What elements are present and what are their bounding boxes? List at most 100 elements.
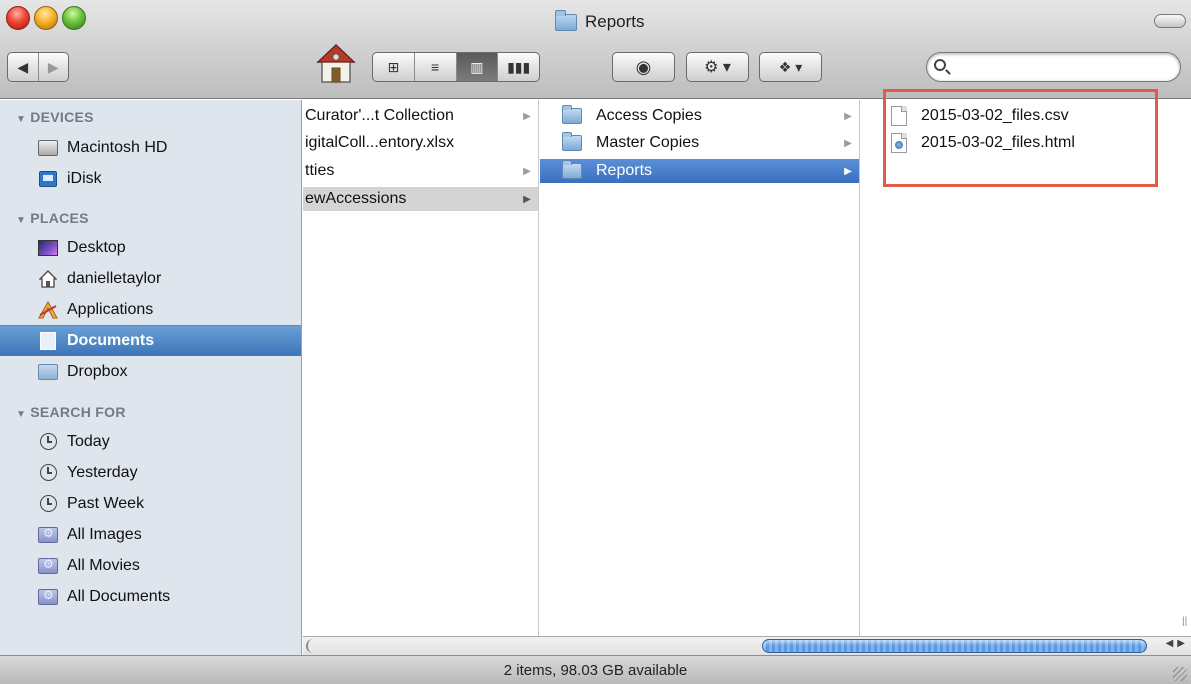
status-text: 2 items, 98.03 GB available: [503, 661, 688, 679]
sidebar-item-idisk[interactable]: iDisk: [0, 163, 301, 194]
scroll-track-cap: [306, 639, 318, 653]
search-icon: [934, 59, 946, 71]
dropbox-folder-icon: [38, 363, 58, 381]
sidebar-item-label: Yesterday: [67, 463, 138, 481]
sidebar-item-label: Dropbox: [67, 362, 128, 380]
sidebar-item-label: All Documents: [67, 587, 171, 605]
browser-column-1: Curator'...t Collection ▶ igitalColl...en…: [303, 100, 539, 636]
toolbar-toggle-button[interactable]: [1154, 14, 1186, 28]
disclosure-arrow-icon: ▶: [523, 110, 531, 122]
sidebar-item-today[interactable]: Today: [0, 426, 301, 457]
resize-grip-icon[interactable]: [1173, 667, 1187, 681]
home-icon[interactable]: [316, 42, 356, 84]
disclosure-triangle-icon: ▼: [16, 409, 27, 420]
list-item[interactable]: 2015-03-02_files.html: [861, 131, 1191, 155]
sidebar-item-label: All Images: [67, 525, 142, 543]
sidebar-item-past-week[interactable]: Past Week: [0, 488, 301, 519]
desktop-icon: [38, 239, 58, 257]
sidebar-header-devices[interactable]: ▼ DEVICES: [16, 109, 94, 125]
list-view-button[interactable]: ≡: [415, 53, 457, 81]
sidebar-item-dropbox[interactable]: Dropbox: [0, 356, 301, 387]
back-arrow-icon: ◀: [17, 58, 29, 75]
sidebar-item-label: Past Week: [67, 494, 145, 512]
action-menu-button[interactable]: ⚙ ▾: [686, 52, 749, 82]
sidebar-item-label: Today: [67, 432, 110, 450]
browser-column-3: 2015-03-02_files.csv 2015-03-02_files.ht…: [861, 100, 1191, 636]
sidebar-header-search-for[interactable]: ▼ SEARCH FOR: [16, 404, 126, 420]
sidebar-item-all-documents[interactable]: All Documents: [0, 581, 301, 612]
list-item[interactable]: Access Copies ▶: [540, 104, 859, 128]
sidebar-item-danielletaylor[interactable]: danielletaylor: [0, 263, 301, 294]
smart-folder-icon: [38, 526, 58, 544]
scrollbar-thumb[interactable]: [762, 639, 1147, 653]
dropbox-menu-button[interactable]: ❖ ▾: [759, 52, 822, 82]
disclosure-triangle-icon: ▼: [16, 215, 27, 226]
sidebar-item-applications[interactable]: Applications: [0, 294, 301, 325]
list-item-selected[interactable]: Reports ▶: [540, 159, 859, 183]
idisk-icon: [38, 170, 58, 188]
column-view-button[interactable]: ▥: [456, 53, 499, 81]
search-field[interactable]: [926, 52, 1181, 82]
applications-icon: [38, 300, 58, 319]
sidebar-item-label: Applications: [67, 300, 154, 318]
clock-icon: [38, 495, 58, 513]
window-title-text: Reports: [585, 12, 645, 31]
sidebar-header-places[interactable]: ▼ PLACES: [16, 210, 89, 226]
cover-flow-button[interactable]: ▮▮▮: [498, 53, 539, 81]
sidebar-item-label: All Movies: [67, 556, 140, 574]
forward-arrow-icon: ▶: [47, 58, 59, 75]
cover-flow-icon: ▮▮▮: [507, 58, 531, 75]
sidebar-item-all-movies[interactable]: All Movies: [0, 550, 301, 581]
quick-look-button[interactable]: ◉: [612, 52, 675, 82]
folder-icon: [555, 9, 577, 31]
gear-icon: ⚙ ▾: [704, 59, 731, 76]
sidebar-item-yesterday[interactable]: Yesterday: [0, 457, 301, 488]
disclosure-arrow-icon: ▶: [523, 165, 531, 177]
list-item[interactable]: tties ▶: [303, 159, 538, 183]
sidebar-item-macintosh-hd[interactable]: Macintosh HD: [0, 132, 301, 163]
html-file-icon: [891, 133, 907, 153]
back-forward-control: ◀ ▶: [7, 52, 69, 82]
smart-folder-icon: [38, 557, 58, 575]
dropbox-icon: ❖ ▾: [778, 58, 803, 75]
folder-icon: [562, 132, 582, 151]
sidebar-item-label: danielletaylor: [67, 269, 162, 287]
sidebar-item-label: Macintosh HD: [67, 138, 168, 156]
smart-folder-icon: [38, 588, 58, 606]
view-mode-control: ⊞ ≡ ▥ ▮▮▮: [372, 52, 540, 82]
status-bar: 2 items, 98.03 GB available: [0, 655, 1191, 684]
documents-icon: [38, 332, 58, 350]
forward-button[interactable]: ▶: [39, 53, 69, 81]
sidebar-item-all-images[interactable]: All Images: [0, 519, 301, 550]
column-resize-handle[interactable]: ||: [1182, 615, 1190, 629]
disclosure-arrow-icon: ▶: [523, 193, 531, 205]
back-button[interactable]: ◀: [8, 53, 39, 81]
clock-icon: [38, 433, 58, 451]
column-view-icon: ▥: [470, 58, 484, 75]
list-item[interactable]: Master Copies ▶: [540, 131, 859, 155]
eye-icon: ◉: [635, 56, 652, 77]
sidebar-item-label: Documents: [67, 332, 155, 349]
window-title: Reports: [555, 9, 645, 34]
icon-view-button[interactable]: ⊞: [373, 53, 415, 81]
list-item[interactable]: 2015-03-02_files.csv: [861, 104, 1191, 128]
csv-file-icon: [891, 106, 907, 126]
list-item[interactable]: igitalColl...entory.xlsx: [303, 131, 538, 155]
browser-column-2: Access Copies ▶ Master Copies ▶ Reports ▶: [540, 100, 860, 636]
close-button[interactable]: [6, 6, 30, 30]
disclosure-triangle-icon: ▼: [16, 114, 27, 125]
search-input[interactable]: [953, 57, 1173, 77]
folder-icon: [562, 105, 582, 124]
minimize-button[interactable]: [34, 6, 58, 30]
list-item[interactable]: Curator'...t Collection ▶: [303, 104, 538, 128]
sidebar-item-desktop[interactable]: Desktop: [0, 232, 301, 263]
list-view-icon: ≡: [431, 59, 440, 75]
list-item-selected-parent[interactable]: ewAccessions ▶: [303, 187, 538, 211]
home-icon: [38, 269, 58, 288]
sidebar-item-documents[interactable]: Documents: [0, 325, 301, 356]
sidebar-item-label: iDisk: [67, 169, 102, 187]
zoom-button[interactable]: [62, 6, 86, 30]
folder-icon: [562, 160, 582, 179]
scroll-arrows-icon[interactable]: ◀▶: [1166, 638, 1189, 649]
horizontal-scrollbar[interactable]: ◀▶: [303, 636, 1191, 655]
